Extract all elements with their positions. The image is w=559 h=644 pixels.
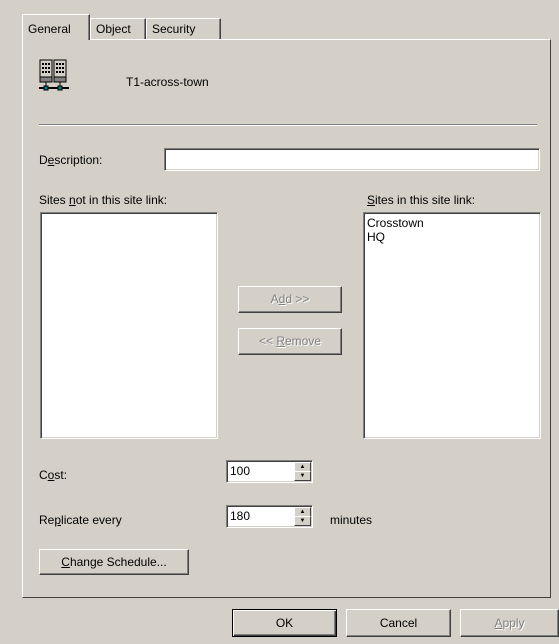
apply-button[interactable]: Apply [460, 609, 559, 637]
change-schedule-button[interactable]: Change Schedule... [39, 549, 189, 575]
sites-not-in-label: Sites not in this site link: [39, 193, 168, 207]
sites-not-in-list[interactable] [40, 212, 218, 439]
tab-object-label: Object [96, 22, 131, 36]
description-label: Description: [39, 153, 103, 167]
sites-in-label: Sites in this site link: [367, 193, 476, 207]
tab-security-label: Security [152, 22, 196, 36]
general-tab-panel: T1-across-town Description: Sites not in… [22, 39, 551, 598]
tab-general[interactable]: General [22, 14, 90, 40]
description-value [165, 149, 539, 153]
tab-security[interactable]: Security [146, 18, 221, 40]
object-name: T1-across-town [126, 75, 209, 89]
list-item[interactable]: Crosstown [364, 216, 540, 230]
tab-object[interactable]: Object [90, 18, 146, 40]
cost-label: Cost: [39, 468, 68, 482]
remove-button[interactable]: << Remove [238, 328, 342, 355]
server-icon [37, 58, 73, 94]
add-button[interactable]: Add >> [238, 286, 342, 313]
sites-in-list[interactable]: Crosstown HQ [363, 212, 541, 439]
tab-general-label: General [28, 22, 71, 36]
cancel-button[interactable]: Cancel [346, 609, 451, 637]
replicate-label: Replicate every [39, 513, 122, 527]
replicate-unit: minutes [330, 513, 373, 527]
cost-spin-down[interactable]: ▼ [294, 471, 311, 481]
list-item[interactable]: HQ [364, 230, 540, 244]
separator [39, 124, 537, 126]
ok-button[interactable]: OK [232, 609, 337, 637]
description-field[interactable] [164, 148, 540, 171]
replicate-spin-down[interactable]: ▼ [294, 516, 311, 526]
